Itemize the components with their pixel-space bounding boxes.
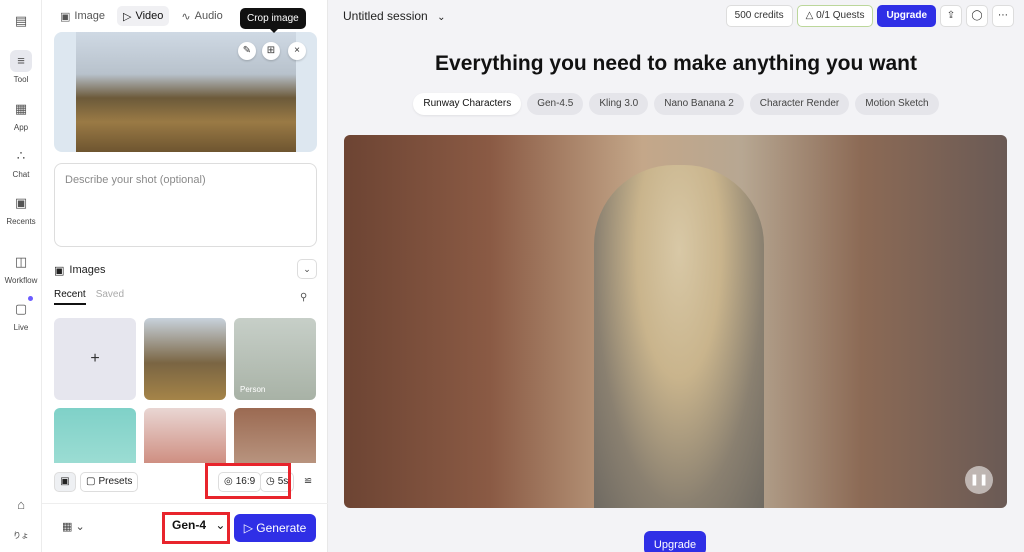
subtab-saved[interactable]: Saved [96, 289, 124, 305]
live-icon: ▢ [14, 301, 28, 316]
home-icon: ⌂ [17, 497, 25, 512]
ship-icon: △ [805, 10, 814, 21]
share-icon[interactable]: ⇪ [940, 5, 962, 27]
session-title-text: Untitled session [343, 9, 428, 23]
generate-label: Generate [256, 521, 307, 535]
app: ▤ ≡ Tool ▦ App ∴ Chat ▣ Recents ◫ Workfl… [0, 0, 1024, 552]
settings-icon[interactable]: ≌ [299, 472, 317, 492]
prompt-box[interactable] [54, 163, 317, 247]
upgrade-button[interactable]: Upgrade [877, 5, 936, 27]
hero-person [594, 165, 764, 508]
nodes-icon: ∴ [16, 148, 26, 163]
workflow-icon: ◫ [14, 254, 28, 269]
rail-item-chat[interactable]: ∴ Chat [0, 145, 42, 179]
images-icon: ▣ [54, 264, 65, 277]
rail-label-recents: Recents [6, 217, 36, 226]
more-icon[interactable]: ⋯ [992, 5, 1014, 27]
presets-label: Presets [98, 476, 133, 487]
main-area: Untitled session ⌄ 500 credits △ 0/1 Que… [328, 0, 1024, 552]
rail-label-chat: Chat [12, 170, 30, 179]
images-title: Images [69, 264, 106, 276]
upgrade-cta-button[interactable]: Upgrade [644, 531, 706, 552]
highlight-box-options [205, 463, 291, 499]
top-actions: 500 credits △ 0/1 Quests Upgrade ⇪ ◯ ⋯ [725, 5, 1014, 27]
quests-button[interactable]: △ 0/1 Quests [796, 5, 874, 27]
image-thumb-person[interactable]: Person [234, 318, 316, 400]
rail-item-live[interactable]: ▢ Live [0, 296, 42, 332]
credits-button[interactable]: 500 credits [725, 5, 793, 27]
crop-tooltip: Crop image [240, 8, 306, 33]
edit-icon[interactable]: ✎ [238, 42, 256, 60]
view-toggle-icon[interactable]: ▦ ⌄ [62, 520, 85, 533]
audio-icon: ∿ [181, 10, 191, 23]
image-icon: ▣ [60, 10, 71, 23]
image-thumb-couple[interactable] [144, 318, 226, 400]
video-icon: ▷ [122, 10, 132, 23]
thumb-person-label: Person [240, 385, 266, 394]
rail-item-home[interactable]: ⌂ [0, 494, 42, 519]
rail-label-live: Live [13, 323, 29, 332]
pause-icon[interactable]: ❚❚ [965, 466, 993, 494]
crop-icon[interactable]: ⊞ [262, 42, 280, 60]
left-rail: ▤ ≡ Tool ▦ App ∴ Chat ▣ Recents ◫ Workfl… [0, 0, 42, 552]
prompt-input[interactable] [65, 174, 306, 234]
chip-gen-4-5[interactable]: Gen-4.5 [527, 93, 584, 115]
model-chips: Runway Characters Gen-4.5 Kling 3.0 Nano… [328, 93, 1024, 115]
image-subtabs: Recent Saved [54, 289, 124, 305]
image-thumb-city[interactable] [234, 408, 316, 463]
close-icon[interactable]: × [288, 42, 306, 60]
rail-label-tool: Tool [13, 75, 29, 84]
presets-button[interactable]: ▢ Presets [80, 472, 139, 492]
rail-label-app: App [13, 123, 29, 132]
sliders-icon: ≡ [10, 50, 32, 72]
chat-icon[interactable]: ◯ [966, 5, 988, 27]
add-image-tile[interactable]: + [54, 318, 136, 400]
session-title[interactable]: Untitled session ⌄ [343, 9, 445, 23]
hero-video[interactable]: ❚❚ [344, 135, 1007, 508]
highlight-box-model [162, 512, 230, 544]
quests-label: 0/1 Quests [816, 10, 865, 21]
chip-character-render[interactable]: Character Render [749, 93, 850, 115]
page-title: Everything you need to make anything you… [435, 52, 917, 75]
tab-audio[interactable]: ∿ Audio [175, 6, 228, 26]
rail-item-recents[interactable]: ▣ Recents [0, 192, 42, 226]
rail-footer[interactable]: りょ [0, 530, 42, 541]
rail-item-tool[interactable]: ≡ Tool [0, 50, 42, 84]
rail-label-workflow: Workflow [4, 276, 38, 285]
subtab-recent[interactable]: Recent [54, 289, 86, 305]
image-ref-icon[interactable]: ▣ [54, 472, 76, 492]
tab-image-label: Image [74, 10, 105, 22]
tab-video[interactable]: ▷ Video [116, 6, 170, 26]
panel-footer: ▦ ⌄ Gen-4 ⌄ ▷ Generate [42, 503, 328, 552]
chip-runway-characters[interactable]: Runway Characters [413, 93, 522, 115]
search-icon[interactable]: ⚲ [300, 292, 307, 303]
gallery-icon: ▣ [14, 195, 28, 210]
rail-item-workflow[interactable]: ◫ Workflow [0, 251, 42, 285]
chip-motion-sketch[interactable]: Motion Sketch [855, 93, 939, 115]
tab-video-label: Video [135, 10, 164, 22]
generate-button[interactable]: ▷ Generate [234, 514, 316, 542]
plus-icon: + [90, 350, 100, 367]
chevron-down-icon[interactable]: ⌄ [297, 259, 317, 279]
video-icon: ▷ [243, 521, 253, 535]
rail-item-layout[interactable]: ▤ [0, 10, 42, 35]
image-thumb-red[interactable] [144, 408, 226, 463]
image-preview[interactable]: ✎ ⊞ × [54, 32, 317, 152]
rail-item-app[interactable]: ▦ App [0, 98, 42, 132]
tool-panel: ▣ Image ▷ Video ∿ Audio ✎ ⊞ × Crop image… [42, 0, 328, 552]
grid-icon: ▦ [14, 101, 28, 116]
layout-icon: ▤ [14, 13, 28, 28]
tab-image[interactable]: ▣ Image [54, 6, 111, 26]
tab-audio-label: Audio [194, 10, 223, 22]
chip-kling-3-0[interactable]: Kling 3.0 [589, 93, 649, 115]
image-grid: + Person [54, 318, 317, 463]
image-thumb-teal[interactable] [54, 408, 136, 463]
chevron-down-icon: ⌄ [437, 12, 446, 23]
images-header: ▣ Images ⌄ [54, 259, 317, 279]
media-tabs: ▣ Image ▷ Video ∿ Audio [54, 6, 229, 26]
live-dot [28, 296, 33, 301]
presets-icon: ▢ [86, 476, 96, 487]
chip-nano-banana-2[interactable]: Nano Banana 2 [654, 93, 744, 115]
